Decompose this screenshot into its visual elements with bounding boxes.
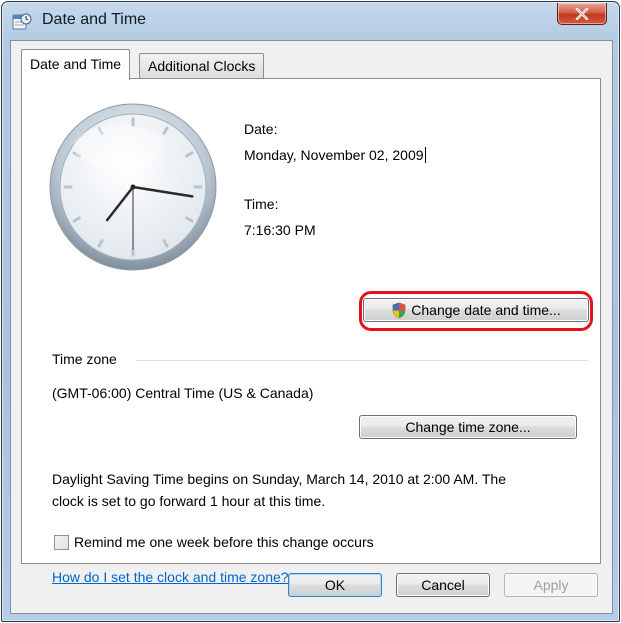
time-zone-section-label: Time zone [52, 351, 117, 367]
dst-info-line2: clock is set to go forward 1 hour at thi… [52, 493, 326, 509]
clock-face-icon [49, 103, 217, 271]
date-label: Date: [244, 121, 278, 137]
date-time-panel: Date: Monday, November 02, 2009 Time: 7:… [21, 78, 601, 585]
time-zone-value: (GMT-06:00) Central Time (US & Canada) [52, 385, 314, 401]
date-value: Monday, November 02, 2009 [244, 147, 426, 163]
uac-shield-icon [392, 302, 406, 318]
time-value: 7:16:30 PM [244, 222, 316, 238]
dialog-body: Date and Time Additional Clocks Date: Mo… [10, 40, 613, 614]
apply-button[interactable]: Apply [504, 573, 598, 597]
change-time-zone-label: Change time zone... [405, 419, 531, 435]
reminder-checkbox[interactable] [54, 535, 69, 550]
close-button[interactable] [557, 3, 607, 25]
date-time-app-icon [12, 13, 32, 30]
ok-button[interactable]: OK [288, 573, 382, 597]
change-time-zone-button[interactable]: Change time zone... [359, 415, 577, 439]
ok-label: OK [324, 577, 346, 593]
change-date-time-label: Change date and time... [411, 302, 561, 318]
title-bar[interactable]: Date and Time [2, 2, 619, 40]
window-title: Date and Time [42, 11, 147, 28]
help-link[interactable]: How do I set the clock and time zone? [52, 569, 289, 585]
date-time-dialog: Date and Time Date and Time Additional C… [1, 1, 620, 622]
dst-info-line1: Daylight Saving Time begins on Sunday, M… [52, 471, 506, 487]
close-icon [575, 7, 589, 20]
tab-date-and-time[interactable]: Date and Time [21, 49, 131, 80]
tab-additional-clocks[interactable]: Additional Clocks [139, 53, 265, 79]
time-label: Time: [244, 196, 279, 212]
section-divider [136, 360, 588, 361]
reminder-label[interactable]: Remind me one week before this change oc… [74, 534, 374, 550]
cancel-label: Cancel [421, 577, 465, 593]
cancel-button[interactable]: Cancel [396, 573, 490, 597]
apply-label: Apply [533, 577, 569, 593]
change-date-time-button[interactable]: Change date and time... [363, 298, 589, 322]
